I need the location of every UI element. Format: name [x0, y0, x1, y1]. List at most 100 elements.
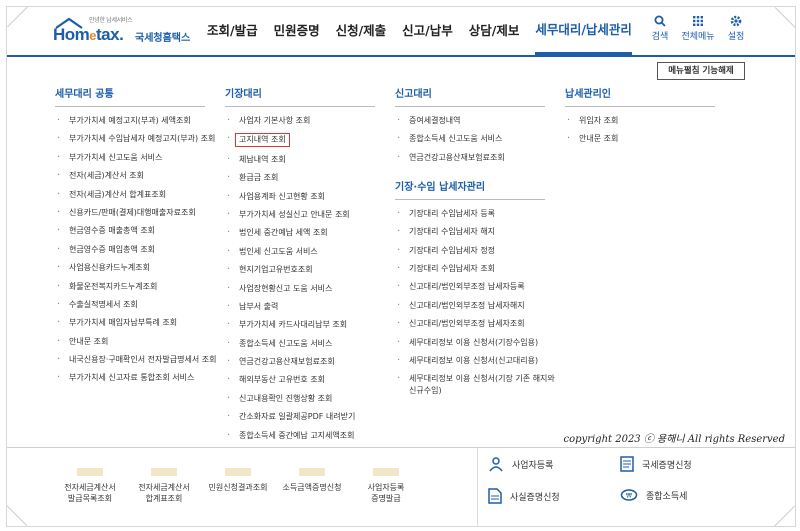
menu-item[interactable]: 부가가치세 신고도움 서비스	[55, 152, 219, 164]
menu-item[interactable]: 신고내용확인 진행상황 조회	[225, 393, 389, 405]
menu-item[interactable]: 법인세 신고도움 서비스	[225, 246, 389, 258]
menu-item[interactable]: 증여세결정내역	[395, 115, 559, 127]
quick-service-icon	[373, 468, 399, 476]
menu-item[interactable]: 안내문 조회	[55, 336, 219, 348]
search-button[interactable]: 검색	[641, 15, 679, 42]
bookkeeping-menu-list: 사업자 기본사항 조회고지내역 조회체납내역 조회환급금 조회사업용계좌 신고현…	[225, 115, 389, 442]
menu-item[interactable]: 사업용신용카드누계조회	[55, 262, 219, 274]
menu-item[interactable]: 화물운전복지카드누계조회	[55, 281, 219, 293]
col-title-filing: 신고대리	[395, 85, 545, 107]
quick-service-label: 민원신청결과조회	[208, 483, 268, 492]
quick-service-item[interactable]: 소득금액증명신청	[275, 468, 349, 504]
quick-service-label: 증명발급	[371, 494, 401, 503]
top-header: 안녕한 납세서비스 Hometax. 국세청홈택스 조회/발급 민원증명 신청/…	[7, 7, 795, 57]
menu-item-label: 신고대리/법인외부조정 납세자해지	[409, 300, 525, 310]
logo-text: Hometax.	[53, 25, 124, 45]
quick-service-item[interactable]: 전자세금계산서 발급목록조회	[53, 468, 127, 504]
nav-consult-report[interactable]: 상담/제보	[469, 7, 520, 55]
menu-item[interactable]: 신고대리/법인외부조정 납세자해지	[395, 300, 559, 312]
menu-item[interactable]: 위임자 조회	[565, 115, 729, 127]
menu-item[interactable]: 부가가치세 신고자료 통합조회 서비스	[55, 372, 219, 384]
settings-button[interactable]: 설정	[717, 15, 755, 42]
menu-item-label: 신고내용확인 진행상황 조회	[239, 393, 333, 403]
gear-icon	[730, 15, 742, 27]
menu-col-tax-manager: 납세관리인 위임자 조회안내문 조회	[565, 85, 729, 152]
person-icon	[489, 457, 503, 472]
menu-item-label: 부가가치세 성실신고 안내문 조회	[239, 209, 350, 219]
menu-item[interactable]: 해외부동산 고유번호 조회	[225, 374, 389, 386]
menu-item[interactable]: 세무대리정보 이용 신청서(기장수임용)	[395, 337, 559, 349]
settings-label: 설정	[727, 32, 745, 42]
hometax-logo[interactable]: 안녕한 납세서비스 Hometax. 국세청홈택스	[53, 15, 193, 49]
logo-tagline: 안녕한 납세서비스	[89, 17, 133, 24]
menu-col-common: 세무대리 공통 부가가치세 예정고지(부과) 세액조회부가가치세 수임납세자 예…	[55, 85, 219, 391]
nav-apply-submit[interactable]: 신청/제출	[336, 7, 387, 55]
quick-service-label: 발급목록조회	[67, 494, 113, 503]
menu-item[interactable]: 수출실적명세서 조회	[55, 299, 219, 311]
tax-manager-menu-list: 위임자 조회안내문 조회	[565, 115, 729, 145]
menu-item[interactable]: 신용카드/판매(결제)대행매출자료조회	[55, 207, 219, 219]
menu-item[interactable]: 부가가치세 성실신고 안내문 조회	[225, 209, 389, 221]
menu-item[interactable]: 체납내역 조회	[225, 154, 389, 166]
quick-service-item[interactable]: 전자세금계산서 합계표조회	[127, 468, 201, 504]
tax-certificate-label: 국세증명신청	[642, 460, 692, 471]
nav-inquiry-issue[interactable]: 조회/발급	[207, 7, 258, 55]
menu-item[interactable]: 현금영수증 매입총액 조회	[55, 244, 219, 256]
money-icon: ₩	[620, 489, 638, 501]
menu-expand-release-button[interactable]: 메뉴펼침 기능해제	[657, 62, 745, 80]
quick-service-icon	[225, 468, 251, 476]
menu-item[interactable]: 현금영수증 매출총액 조회	[55, 225, 219, 237]
menu-item[interactable]: 종합소득세 신고도움 서비스	[395, 133, 559, 145]
menu-item[interactable]: 간소화자료 일괄제공PDF 내려받기	[225, 411, 389, 423]
menu-item[interactable]: 전자(세금)계산서 조회	[55, 170, 219, 182]
menu-item[interactable]: 기장대리 수임납세자 등록	[395, 208, 559, 220]
menu-item[interactable]: 환급금 조회	[225, 172, 389, 184]
nav-report-pay[interactable]: 신고/납부	[402, 7, 453, 55]
menu-item-label: 기장대리 수임납세자 정정	[409, 245, 496, 255]
menu-item[interactable]: 기장대리 수임납세자 조회	[395, 263, 559, 275]
menu-item[interactable]: 부가가치세 예정고지(부과) 세액조회	[55, 115, 219, 127]
menu-item[interactable]: 부가가치세 매입자납부특례 조회	[55, 317, 219, 329]
menu-item[interactable]: 내국신용장·구매확인서 전자발급명세서 조회	[55, 354, 219, 366]
menu-item[interactable]: 신고대리/법인외부조정 납세자등록	[395, 281, 559, 293]
menu-item[interactable]: 전자(세금)계산서 합계표조회	[55, 189, 219, 201]
grid-icon	[693, 16, 703, 26]
menu-item[interactable]: 사업자 기본사항 조회	[225, 115, 389, 127]
menu-item[interactable]: 세무대리정보 이용 신청서(기장 기존 해지와 신규수임)	[395, 373, 559, 397]
business-registration-link[interactable]: 사업자등록	[488, 456, 553, 472]
tax-certificate-link[interactable]: 국세증명신청	[620, 456, 692, 472]
quick-service-item[interactable]: 민원신청결과조회	[201, 468, 275, 504]
menu-item[interactable]: 세무대리정보 이용 신청서(신고대리용)	[395, 355, 559, 367]
menu-item[interactable]: 사업장현황신고 도움 서비스	[225, 283, 389, 295]
quick-service-item[interactable]: 사업자등록 증명발급	[349, 468, 423, 504]
all-menu-button[interactable]: 전체메뉴	[679, 15, 717, 42]
menu-item[interactable]: 납부서 출력	[225, 301, 389, 313]
menu-item[interactable]: 기장대리 수임납세자 정정	[395, 245, 559, 257]
menu-item[interactable]: 안내문 조회	[565, 133, 729, 145]
menu-item[interactable]: 신고대리/법인외부조정 납세자조회	[395, 318, 559, 330]
menu-item[interactable]: 연금건강고용산재보험료조회	[225, 356, 389, 368]
income-tax-label: 종합소득세	[646, 491, 688, 502]
menu-item-label: 위임자 조회	[579, 116, 619, 125]
menu-item[interactable]: 부가가치세 수임납세자 예정고지(부과) 조회	[55, 133, 219, 145]
nav-civil-certificate[interactable]: 민원증명	[274, 7, 320, 55]
menu-item[interactable]: 사업용계좌 신고현황 조회	[225, 191, 389, 203]
quick-service-icon	[77, 468, 103, 476]
document-icon	[620, 456, 634, 472]
menu-item-label: 체납내역 조회	[239, 154, 286, 164]
fact-certificate-label: 사실증명신청	[510, 492, 560, 503]
menu-item[interactable]: 법인세 중간예납 세액 조회	[225, 227, 389, 239]
menu-item-label: 신고대리/법인외부조정 납세자조회	[409, 319, 525, 329]
nav-tax-agent[interactable]: 세무대리/납세관리	[535, 7, 632, 55]
menu-item[interactable]: 현지기업고유번호조회	[225, 264, 389, 276]
fact-certificate-link[interactable]: 사실증명신청	[488, 488, 560, 504]
menu-item-label: 증여세결정내역	[409, 116, 461, 125]
menu-item[interactable]: 종합소득세 신고도움 서비스	[225, 338, 389, 350]
menu-item-highlighted[interactable]: 고지내역 조회	[225, 133, 389, 148]
menu-item[interactable]: 부가가치세 카드사대리납부 조회	[225, 319, 389, 331]
income-tax-link[interactable]: ₩ 종합소득세	[620, 488, 687, 502]
quick-service-label: 소득금액증명신청	[282, 483, 342, 492]
menu-item[interactable]: 연금건강고용산재보험료조회	[395, 152, 559, 164]
menu-item[interactable]: 기장대리 수임납세자 해지	[395, 226, 559, 238]
menu-item[interactable]: 종합소득세 중간예납 고지세액조회	[225, 430, 389, 442]
